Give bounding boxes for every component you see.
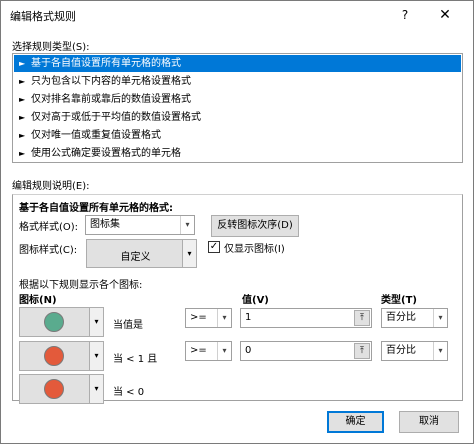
icon-select-row-1[interactable]: ▾: [19, 307, 104, 337]
rule-type-label: 选择规则类型(S):: [12, 42, 90, 53]
help-button[interactable]: ?: [394, 5, 416, 25]
triangle-bullet-icon: ►: [19, 131, 26, 140]
type-value: 百分比: [386, 312, 416, 323]
rule-description-label: 编辑规则说明(E):: [12, 181, 90, 192]
value-input-row-1[interactable]: 1 ⤒: [240, 308, 372, 328]
value-text: 0: [245, 345, 252, 356]
rules-caption: 根据以下规则显示各个图标:: [19, 280, 143, 291]
icon-select-row-2[interactable]: ▾: [19, 341, 104, 371]
title-bar: 编辑格式规则 ? ✕: [1, 1, 473, 29]
chevron-down-icon: ▾: [217, 309, 231, 327]
type-value: 百分比: [386, 345, 416, 356]
ok-button[interactable]: 确定: [327, 411, 384, 433]
rule-type-item[interactable]: ► 仅对排名靠前或靠后的数值设置格式: [14, 91, 461, 108]
triangle-bullet-icon: ►: [19, 95, 26, 104]
icon-select-row-3[interactable]: ▾: [19, 374, 104, 404]
value-text: 1: [245, 312, 252, 323]
cell-reference-picker-icon[interactable]: ⤒: [354, 310, 370, 326]
type-select-row-2[interactable]: 百分比 ▾: [381, 341, 448, 361]
triangle-bullet-icon: ►: [19, 77, 26, 86]
rule-type-list[interactable]: ► 基于各自值设置所有单元格的格式 ► 只为包含以下内容的单元格设置格式 ► 仅对排名…: [12, 53, 463, 163]
red-circle-icon: [44, 379, 64, 399]
icon-style-select[interactable]: 自定义 ▾: [86, 239, 197, 268]
column-header-value: 值(V): [242, 295, 269, 306]
red-circle-icon: [44, 346, 64, 366]
rule-type-item-label: 仅对唯一值或重复值设置格式: [31, 130, 161, 141]
value-input-row-2[interactable]: 0 ⤒: [240, 341, 372, 361]
show-icon-only-label: 仅显示图标(I): [224, 244, 285, 255]
chevron-down-icon: ▾: [89, 342, 103, 370]
show-icon-only-checkbox[interactable]: ✓: [208, 241, 220, 253]
edit-format-rule-dialog: 编辑格式规则 ? ✕ 选择规则类型(S): ► 基于各自值设置所有单元格的格式 ►…: [0, 0, 474, 444]
green-circle-icon: [44, 312, 64, 332]
rule-type-item-label: 仅对排名靠前或靠后的数值设置格式: [31, 94, 191, 105]
rule-type-item[interactable]: ► 仅对唯一值或重复值设置格式: [14, 127, 461, 144]
rule-type-item[interactable]: ► 只为包含以下内容的单元格设置格式: [14, 73, 461, 90]
rule-description-group: 基于各自值设置所有单元格的格式: 格式样式(O): 图标集 ▾ 反转图标次序(D…: [12, 194, 463, 404]
type-select-row-1[interactable]: 百分比 ▾: [381, 308, 448, 328]
operator-value: >=: [190, 345, 207, 356]
rule-type-item-label: 只为包含以下内容的单元格设置格式: [31, 76, 191, 87]
triangle-bullet-icon: ►: [19, 59, 26, 68]
column-header-type: 类型(T): [381, 295, 417, 306]
icon-style-value: 自定义: [120, 252, 151, 263]
cell-reference-picker-icon[interactable]: ⤒: [354, 343, 370, 359]
rule-type-item-label: 使用公式确定要设置格式的单元格: [31, 148, 181, 159]
rule-type-item[interactable]: ► 仅对高于或低于平均值的数值设置格式: [14, 109, 461, 126]
condition-label-row-3: 当 < 0: [113, 387, 145, 398]
chevron-down-icon: ▾: [217, 342, 231, 360]
cancel-button[interactable]: 取消: [399, 411, 459, 433]
chevron-down-icon: ▾: [433, 309, 447, 327]
condition-label-row-1: 当值是: [113, 320, 143, 331]
icon-style-label: 图标样式(C):: [19, 245, 78, 256]
rule-type-item[interactable]: ► 使用公式确定要设置格式的单元格: [14, 145, 461, 162]
chevron-down-icon: ▾: [182, 240, 196, 267]
chevron-down-icon: ▾: [89, 375, 103, 403]
operator-select-row-2[interactable]: >= ▾: [185, 341, 232, 361]
condition-label-row-2: 当 < 1 且: [113, 354, 158, 365]
close-button[interactable]: ✕: [431, 5, 459, 25]
format-style-value: 图标集: [90, 219, 120, 230]
rule-type-item[interactable]: ► 基于各自值设置所有单元格的格式: [14, 55, 461, 72]
chevron-down-icon: ▾: [89, 308, 103, 336]
format-style-label: 格式样式(O):: [19, 222, 79, 233]
rule-type-item-label: 基于各自值设置所有单元格的格式: [31, 58, 181, 69]
dialog-title: 编辑格式规则: [10, 10, 76, 23]
format-style-select[interactable]: 图标集 ▾: [85, 215, 195, 235]
operator-select-row-1[interactable]: >= ▾: [185, 308, 232, 328]
rule-type-item-label: 仅对高于或低于平均值的数值设置格式: [31, 112, 201, 123]
chevron-down-icon: ▾: [180, 216, 194, 234]
operator-value: >=: [190, 312, 207, 323]
triangle-bullet-icon: ►: [19, 113, 26, 122]
triangle-bullet-icon: ►: [19, 149, 26, 158]
chevron-down-icon: ▾: [433, 342, 447, 360]
reverse-icon-order-button[interactable]: 反转图标次序(D): [211, 215, 299, 237]
description-heading: 基于各自值设置所有单元格的格式:: [19, 203, 173, 214]
column-header-icon: 图标(N): [19, 295, 57, 306]
